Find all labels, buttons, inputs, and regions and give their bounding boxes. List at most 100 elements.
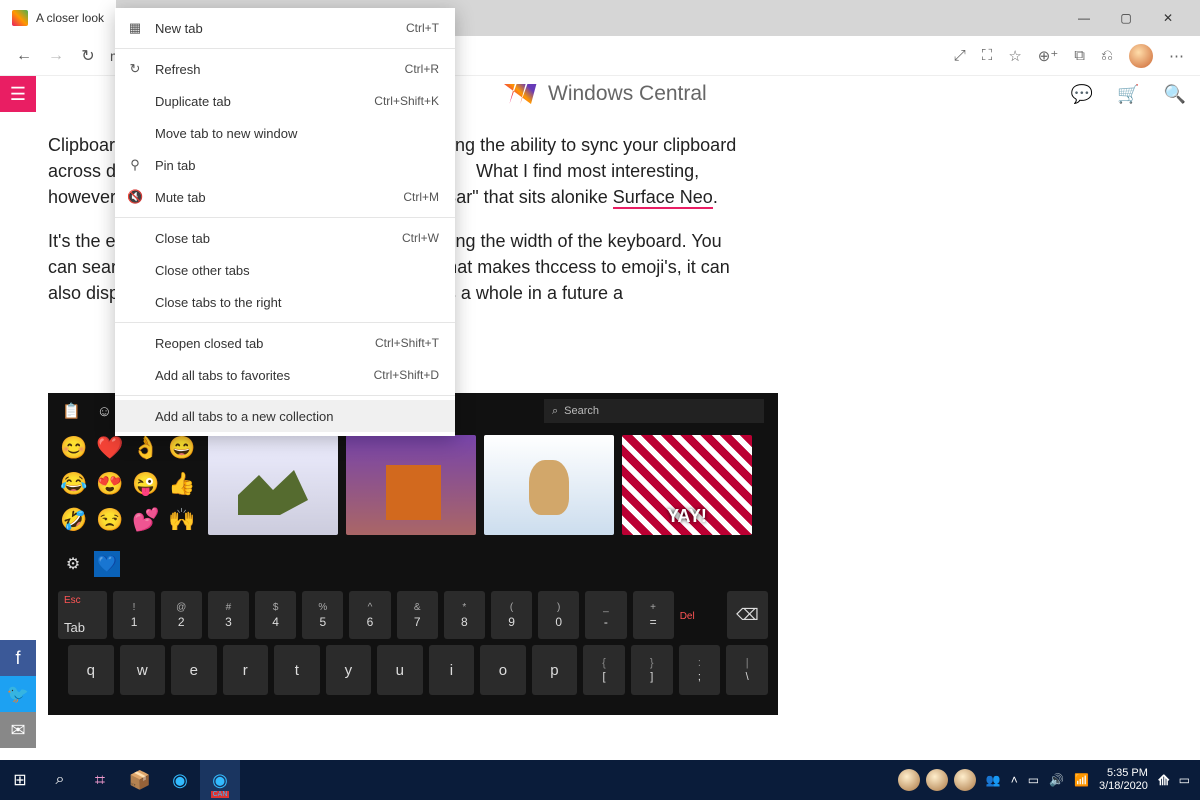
panel-search-input[interactable]: ⌕ Search [544,399,764,423]
reader-icon[interactable]: ⛶ [982,47,993,64]
surface-neo-link[interactable]: Surface Neo [613,187,713,209]
menu-item[interactable]: Close tabs to the right [115,286,455,318]
key-2[interactable]: @2 [161,591,202,639]
share-facebook-button[interactable]: f [0,640,36,676]
battery-icon[interactable]: ▭ [1028,773,1039,787]
site-search-icon[interactable]: 🔍 [1164,84,1186,105]
menu-item[interactable]: ↻RefreshCtrl+R [115,53,455,85]
back-button[interactable]: ← [14,47,34,65]
key-9[interactable]: (9 [491,591,532,639]
extensions-icon[interactable]: ⎌ [1101,47,1113,64]
clipboard-tab-icon[interactable]: 📋 [62,402,81,420]
taskbar-app-slack[interactable]: ⌗ [80,760,120,800]
menu-item[interactable]: Add all tabs to favoritesCtrl+Shift+D [115,359,455,391]
key-backspace[interactable]: ⌫ [727,591,768,639]
key-o[interactable]: o [480,645,526,695]
key-esc-tab[interactable]: Esc Tab [58,591,107,639]
people-icon[interactable]: 👥 [986,773,1001,787]
panel-favorites-icon[interactable]: 💙 [94,551,120,577]
contact-avatar[interactable] [954,769,976,791]
emoji-item[interactable]: ❤️ [94,435,126,467]
menu-item[interactable]: Add all tabs to a new collection [115,400,455,432]
emoji-item[interactable]: 🤣 [58,507,90,539]
emoji-item[interactable]: 😍 [94,471,126,503]
gif-item[interactable] [484,435,614,535]
volume-icon[interactable]: 🔊 [1049,773,1064,787]
close-window-button[interactable]: ✕ [1158,11,1178,25]
key-q[interactable]: q [68,645,114,695]
minimize-button[interactable]: — [1074,11,1094,25]
key-7[interactable]: &7 [397,591,438,639]
taskbar-app-edge-canary[interactable]: ◉ CAN [200,760,240,800]
emoji-item[interactable]: 💕 [130,507,162,539]
tab-1[interactable]: A closer look [0,0,116,36]
key-5[interactable]: %5 [302,591,343,639]
emoji-item[interactable]: 😊 [58,435,90,467]
key-0[interactable]: )0 [538,591,579,639]
emoji-item[interactable]: 😄 [166,435,198,467]
favorite-star-icon[interactable]: ☆ [1008,47,1021,65]
key-r[interactable]: r [223,645,269,695]
cart-icon[interactable]: 🛒 [1117,84,1139,105]
wifi-icon[interactable]: 📶 [1074,773,1089,787]
panel-settings-icon[interactable]: ⚙ [60,551,86,577]
key--[interactable]: _- [585,591,626,639]
key-e[interactable]: e [171,645,217,695]
emoji-item[interactable]: 😜 [130,471,162,503]
key-w[interactable]: w [120,645,166,695]
key-bracket[interactable]: }] [631,645,673,695]
taskbar-app-edge[interactable]: ◉ [160,760,200,800]
key-=[interactable]: += [633,591,674,639]
key-4[interactable]: $4 [255,591,296,639]
emoji-item[interactable]: 👍 [166,471,198,503]
share-twitter-button[interactable]: 🐦 [0,676,36,712]
menu-item[interactable]: Move tab to new window [115,117,455,149]
key-p[interactable]: p [532,645,578,695]
site-menu-button[interactable]: ☰ [0,76,36,112]
emoji-item[interactable]: 🙌 [166,507,198,539]
taskbar-app-files[interactable]: 📦 [120,760,160,800]
menu-item[interactable]: 🔇Mute tabCtrl+M [115,181,455,213]
start-button[interactable]: ⊞ [0,760,40,800]
emoji-item[interactable]: 😂 [58,471,90,503]
menu-item[interactable]: Duplicate tabCtrl+Shift+K [115,85,455,117]
clock[interactable]: 5:35 PM 3/18/2020 [1099,767,1148,793]
add-favorite-icon[interactable]: ⊕⁺ [1038,47,1059,65]
forward-button[interactable]: → [46,47,66,65]
menu-item[interactable]: Close tabCtrl+W [115,222,455,254]
open-external-icon[interactable]: ⤢ [954,47,966,64]
maximize-button[interactable]: ▢ [1116,11,1136,25]
key-delete[interactable]: Del [680,591,721,639]
menu-item[interactable]: Close other tabs [115,254,455,286]
key-i[interactable]: i [429,645,475,695]
action-center-icon[interactable]: ▭ [1179,773,1190,787]
emoji-item[interactable]: 😒 [94,507,126,539]
refresh-button[interactable]: ↻ [78,46,98,66]
key-y[interactable]: y [326,645,372,695]
key-t[interactable]: t [274,645,320,695]
emoji-tab-icon[interactable]: ☺ [97,403,112,420]
gif-item[interactable]: YAY! [622,435,752,535]
contact-avatar[interactable] [898,769,920,791]
taskbar-search-icon[interactable]: ⌕ [40,760,80,800]
comments-icon[interactable]: 💬 [1071,84,1093,105]
key-3[interactable]: #3 [208,591,249,639]
profile-avatar[interactable] [1129,44,1153,68]
emoji-item[interactable]: 👌 [130,435,162,467]
key-8[interactable]: *8 [444,591,485,639]
collections-icon[interactable]: ⧉ [1074,47,1085,64]
site-logo[interactable]: Windows Central [504,82,707,106]
contact-avatar[interactable] [926,769,948,791]
key-6[interactable]: ^6 [349,591,390,639]
share-email-button[interactable]: ✉ [0,712,36,748]
key-1[interactable]: !1 [113,591,154,639]
gif-item[interactable] [208,435,338,535]
key-bracket[interactable]: :; [679,645,721,695]
gif-item[interactable] [346,435,476,535]
menu-item[interactable]: Reopen closed tabCtrl+Shift+T [115,327,455,359]
key-bracket[interactable]: {[ [583,645,625,695]
menu-item[interactable]: ▦New tabCtrl+T [115,12,455,44]
more-menu-icon[interactable]: ⋯ [1169,47,1186,65]
key-bracket[interactable]: |\ [726,645,768,695]
tray-overflow-icon[interactable]: ˄ [1011,773,1018,787]
